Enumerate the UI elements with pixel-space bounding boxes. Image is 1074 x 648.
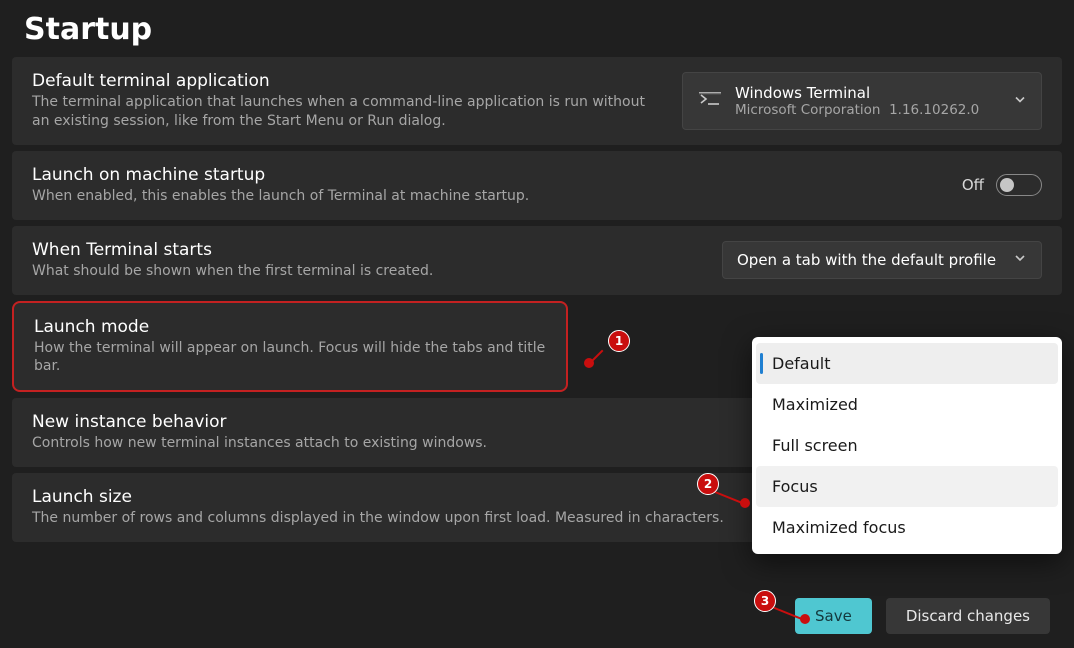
chevron-down-icon [1013, 91, 1027, 110]
launch-mode-option-focus[interactable]: Focus [756, 466, 1058, 507]
launch-mode-option-fullscreen[interactable]: Full screen [756, 425, 1058, 466]
launch-mode-option-default[interactable]: Default [756, 343, 1058, 384]
when-starts-select[interactable]: Open a tab with the default profile [722, 241, 1042, 279]
default-terminal-select[interactable]: Windows Terminal Microsoft Corporation 1… [682, 72, 1042, 130]
setting-title: Launch mode [34, 317, 546, 337]
setting-desc: What should be shown when the first term… [32, 262, 706, 281]
annotation-badge-2: 2 [697, 473, 719, 495]
setting-text: Launch on machine startup When enabled, … [32, 165, 946, 206]
toggle-wrap: Off [962, 174, 1042, 196]
annotation-dot-3 [800, 614, 810, 624]
terminal-select-lines: Windows Terminal Microsoft Corporation 1… [735, 84, 979, 118]
setting-when-starts: When Terminal starts What should be show… [12, 226, 1062, 295]
setting-title: When Terminal starts [32, 240, 706, 260]
terminal-select-name: Windows Terminal [735, 84, 979, 102]
launch-mode-option-maximized[interactable]: Maximized [756, 384, 1058, 425]
setting-launch-mode[interactable]: Launch mode How the terminal will appear… [12, 301, 568, 393]
annotation-badge-3: 3 [754, 590, 776, 612]
launch-mode-option-maximized-focus[interactable]: Maximized focus [756, 507, 1058, 548]
toggle-knob [1000, 178, 1014, 192]
setting-text: When Terminal starts What should be show… [32, 240, 706, 281]
page-title: Startup [0, 0, 1074, 57]
terminal-icon [697, 88, 723, 114]
launch-mode-dropdown[interactable]: Default Maximized Full screen Focus Maxi… [752, 337, 1062, 554]
launch-on-startup-toggle[interactable] [996, 174, 1042, 196]
setting-launch-on-startup: Launch on machine startup When enabled, … [12, 151, 1062, 220]
footer: Save Discard changes [795, 598, 1050, 634]
publisher: Microsoft Corporation [735, 102, 880, 118]
annotation-badge-1: 1 [608, 330, 630, 352]
version: 1.16.10262.0 [889, 102, 979, 118]
setting-default-terminal: Default terminal application The termina… [12, 57, 1062, 145]
setting-title: Default terminal application [32, 71, 666, 91]
discard-button[interactable]: Discard changes [886, 598, 1050, 634]
setting-text: Default terminal application The termina… [32, 71, 666, 131]
annotation-dot-2 [740, 498, 750, 508]
setting-title: Launch on machine startup [32, 165, 946, 185]
setting-desc: How the terminal will appear on launch. … [34, 339, 546, 377]
setting-desc: When enabled, this enables the launch of… [32, 187, 946, 206]
when-starts-value: Open a tab with the default profile [737, 251, 996, 269]
annotation-dot-1 [584, 358, 594, 368]
toggle-state-label: Off [962, 176, 984, 194]
setting-desc: The terminal application that launches w… [32, 93, 666, 131]
terminal-select-sub: Microsoft Corporation 1.16.10262.0 [735, 102, 979, 118]
chevron-down-icon [1013, 251, 1027, 269]
